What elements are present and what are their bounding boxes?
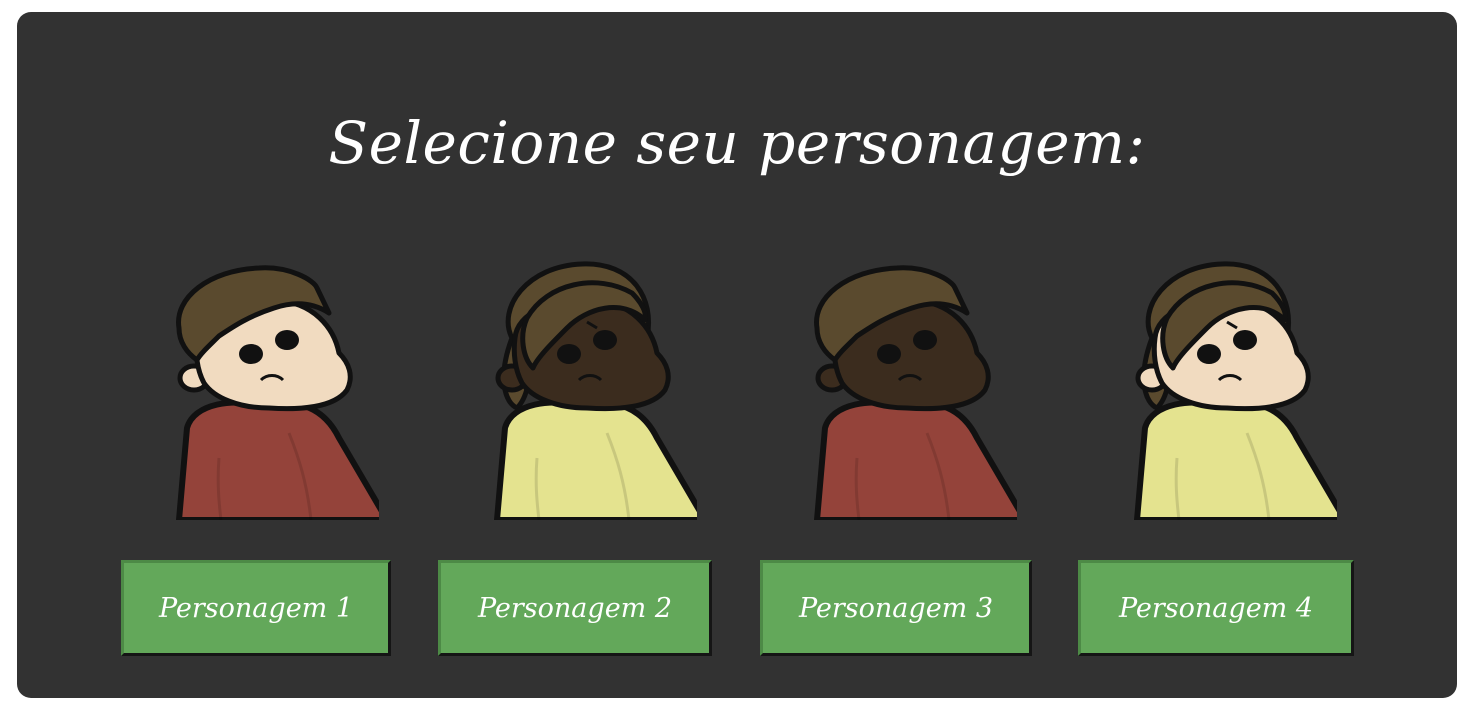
character-4-illustration [1134, 261, 1337, 520]
button-label: Personagem 2 [477, 592, 673, 624]
screen-title: Selecione seu personagem: [328, 109, 1146, 177]
character-select-panel: Selecione seu personagem: Personagem 1 P… [17, 12, 1457, 698]
select-character-2-button[interactable]: Personagem 2 [438, 560, 712, 656]
character-3-illustration [814, 265, 1017, 520]
select-character-1-button[interactable]: Personagem 1 [121, 560, 391, 656]
character-1-illustration [176, 265, 379, 520]
button-label: Personagem 4 [1118, 592, 1314, 624]
character-2-illustration [494, 261, 697, 520]
button-label: Personagem 1 [158, 592, 354, 624]
character-3-portrait[interactable] [777, 258, 1017, 520]
button-label: Personagem 3 [798, 592, 994, 624]
select-character-3-button[interactable]: Personagem 3 [760, 560, 1032, 656]
character-2-portrait[interactable] [457, 258, 697, 520]
select-character-4-button[interactable]: Personagem 4 [1078, 560, 1354, 656]
character-1-portrait[interactable] [139, 258, 379, 520]
character-4-portrait[interactable] [1097, 258, 1337, 520]
